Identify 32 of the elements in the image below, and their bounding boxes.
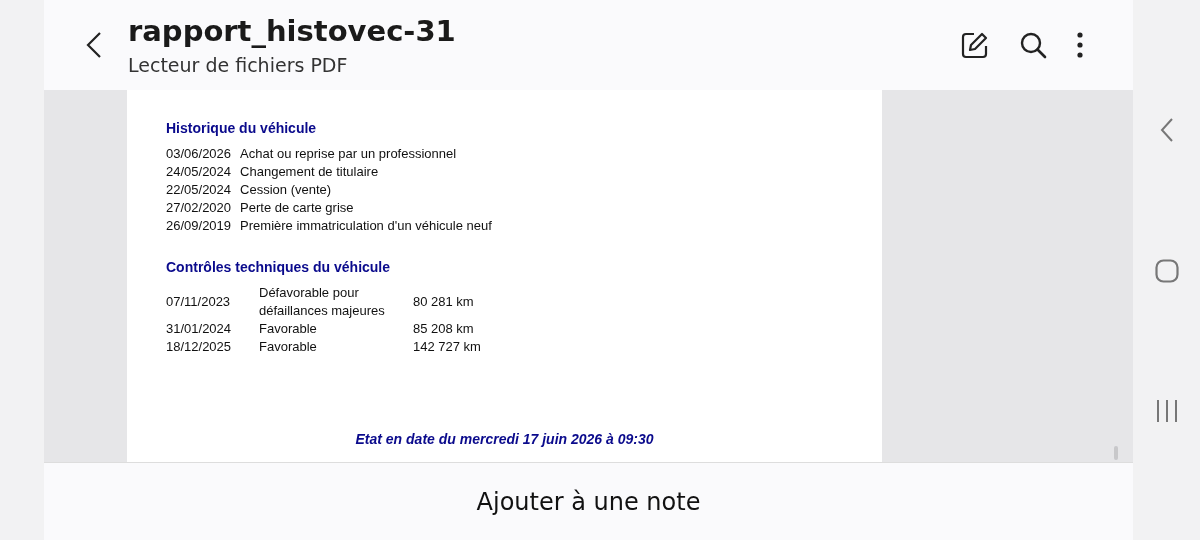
app-subtitle: Lecteur de fichiers PDF	[128, 54, 349, 76]
history-date: 26/09/2019	[166, 217, 232, 235]
inspection-date: 31/01/2024	[166, 320, 233, 338]
more-icon	[1077, 32, 1083, 58]
history-event: Achat ou reprise par un professionnel	[240, 145, 457, 163]
report-date: Etat en date du mercredi 17 juin 2026 à 09:30	[354, 431, 655, 447]
history-event: Perte de carte grise	[240, 199, 354, 217]
back-icon	[1159, 118, 1174, 143]
history-event: Changement de titulaire	[240, 163, 379, 181]
history-date: 24/05/2024	[166, 163, 232, 181]
add-to-note-button[interactable]: Ajouter à une note	[470, 486, 707, 517]
inspection-result: Favorable	[259, 338, 318, 356]
recent-apps-icon	[1155, 399, 1178, 422]
document-title: rapport_histovec-31	[128, 14, 457, 48]
section-heading: Historique du véhicule	[166, 120, 318, 136]
inspection-mileage: 85 208 km	[413, 320, 475, 338]
section-heading: Contrôles techniques du véhicule	[166, 259, 392, 275]
history-event: Cession (vente)	[240, 181, 332, 199]
history-event: Première immatriculation d'un véhicule neuf	[240, 217, 492, 235]
inspection-date: 18/12/2025	[166, 338, 233, 356]
inspection-mileage: 142 727 km	[413, 338, 482, 356]
pencil-square-icon	[961, 31, 989, 59]
inspection-result: Favorable	[259, 320, 318, 338]
search-icon	[1019, 31, 1047, 59]
history-date: 22/05/2024	[166, 181, 232, 199]
inspection-mileage: 80 281 km	[413, 293, 475, 311]
history-date: 03/06/2026	[166, 145, 232, 163]
home-icon	[1154, 259, 1179, 283]
inspection-date: 07/11/2023	[166, 293, 232, 311]
history-date: 27/02/2020	[166, 199, 232, 217]
inspection-result: Défavorable pour défaillances majeures	[259, 284, 386, 320]
back-icon	[86, 31, 102, 59]
